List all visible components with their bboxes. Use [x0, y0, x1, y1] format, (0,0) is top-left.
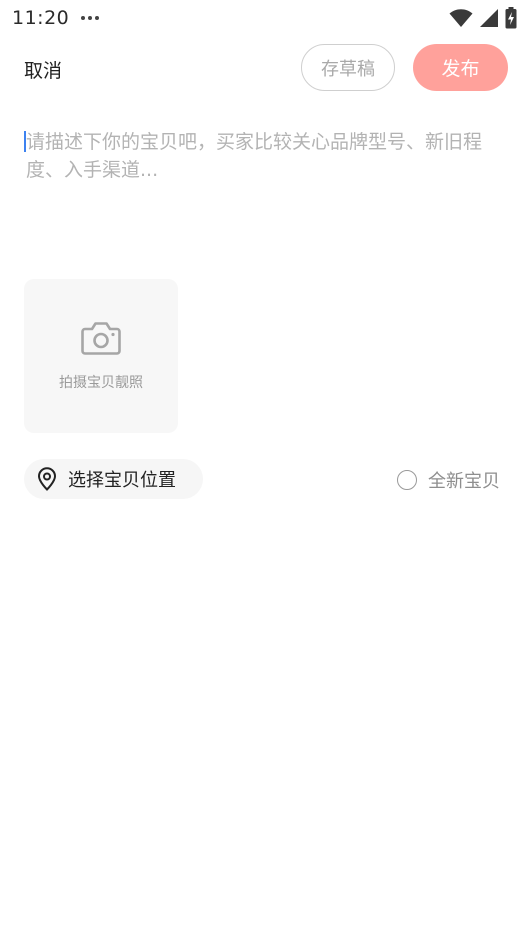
camera-icon [81, 322, 121, 355]
status-right [449, 7, 517, 29]
publish-screen: 11:20 取消 存草稿 发布 请描述下你的宝贝吧，买家比较关心品牌型号、新旧程… [0, 0, 531, 944]
status-bar: 11:20 [0, 0, 531, 36]
status-left: 11:20 [12, 7, 100, 29]
photo-label: 拍摄宝贝靓照 [59, 375, 143, 391]
cell-signal-icon [480, 9, 498, 27]
description-placeholder: 请描述下你的宝贝吧，买家比较关心品牌型号、新旧程度、入手渠道... [26, 131, 483, 181]
wifi-icon [449, 9, 473, 27]
more-notifications-icon [81, 16, 100, 20]
location-pin-icon [37, 467, 57, 491]
brand-new-label: 全新宝贝 [428, 471, 500, 492]
brand-new-toggle[interactable]: 全新宝贝 [397, 467, 500, 493]
publish-button[interactable]: 发布 [413, 44, 508, 91]
save-draft-button[interactable]: 存草稿 [301, 44, 395, 91]
description-input[interactable]: 请描述下你的宝贝吧，买家比较关心品牌型号、新旧程度、入手渠道... [24, 128, 506, 248]
select-location-button[interactable]: 选择宝贝位置 [24, 459, 203, 499]
cancel-button[interactable]: 取消 [24, 56, 62, 83]
battery-charging-icon [505, 7, 517, 29]
location-label: 选择宝贝位置 [68, 470, 176, 491]
brand-new-radio[interactable] [397, 470, 417, 490]
header: 取消 存草稿 发布 [0, 44, 531, 92]
take-photo-button[interactable]: 拍摄宝贝靓照 [24, 279, 178, 433]
text-caret [24, 131, 26, 152]
status-time: 11:20 [12, 7, 70, 29]
